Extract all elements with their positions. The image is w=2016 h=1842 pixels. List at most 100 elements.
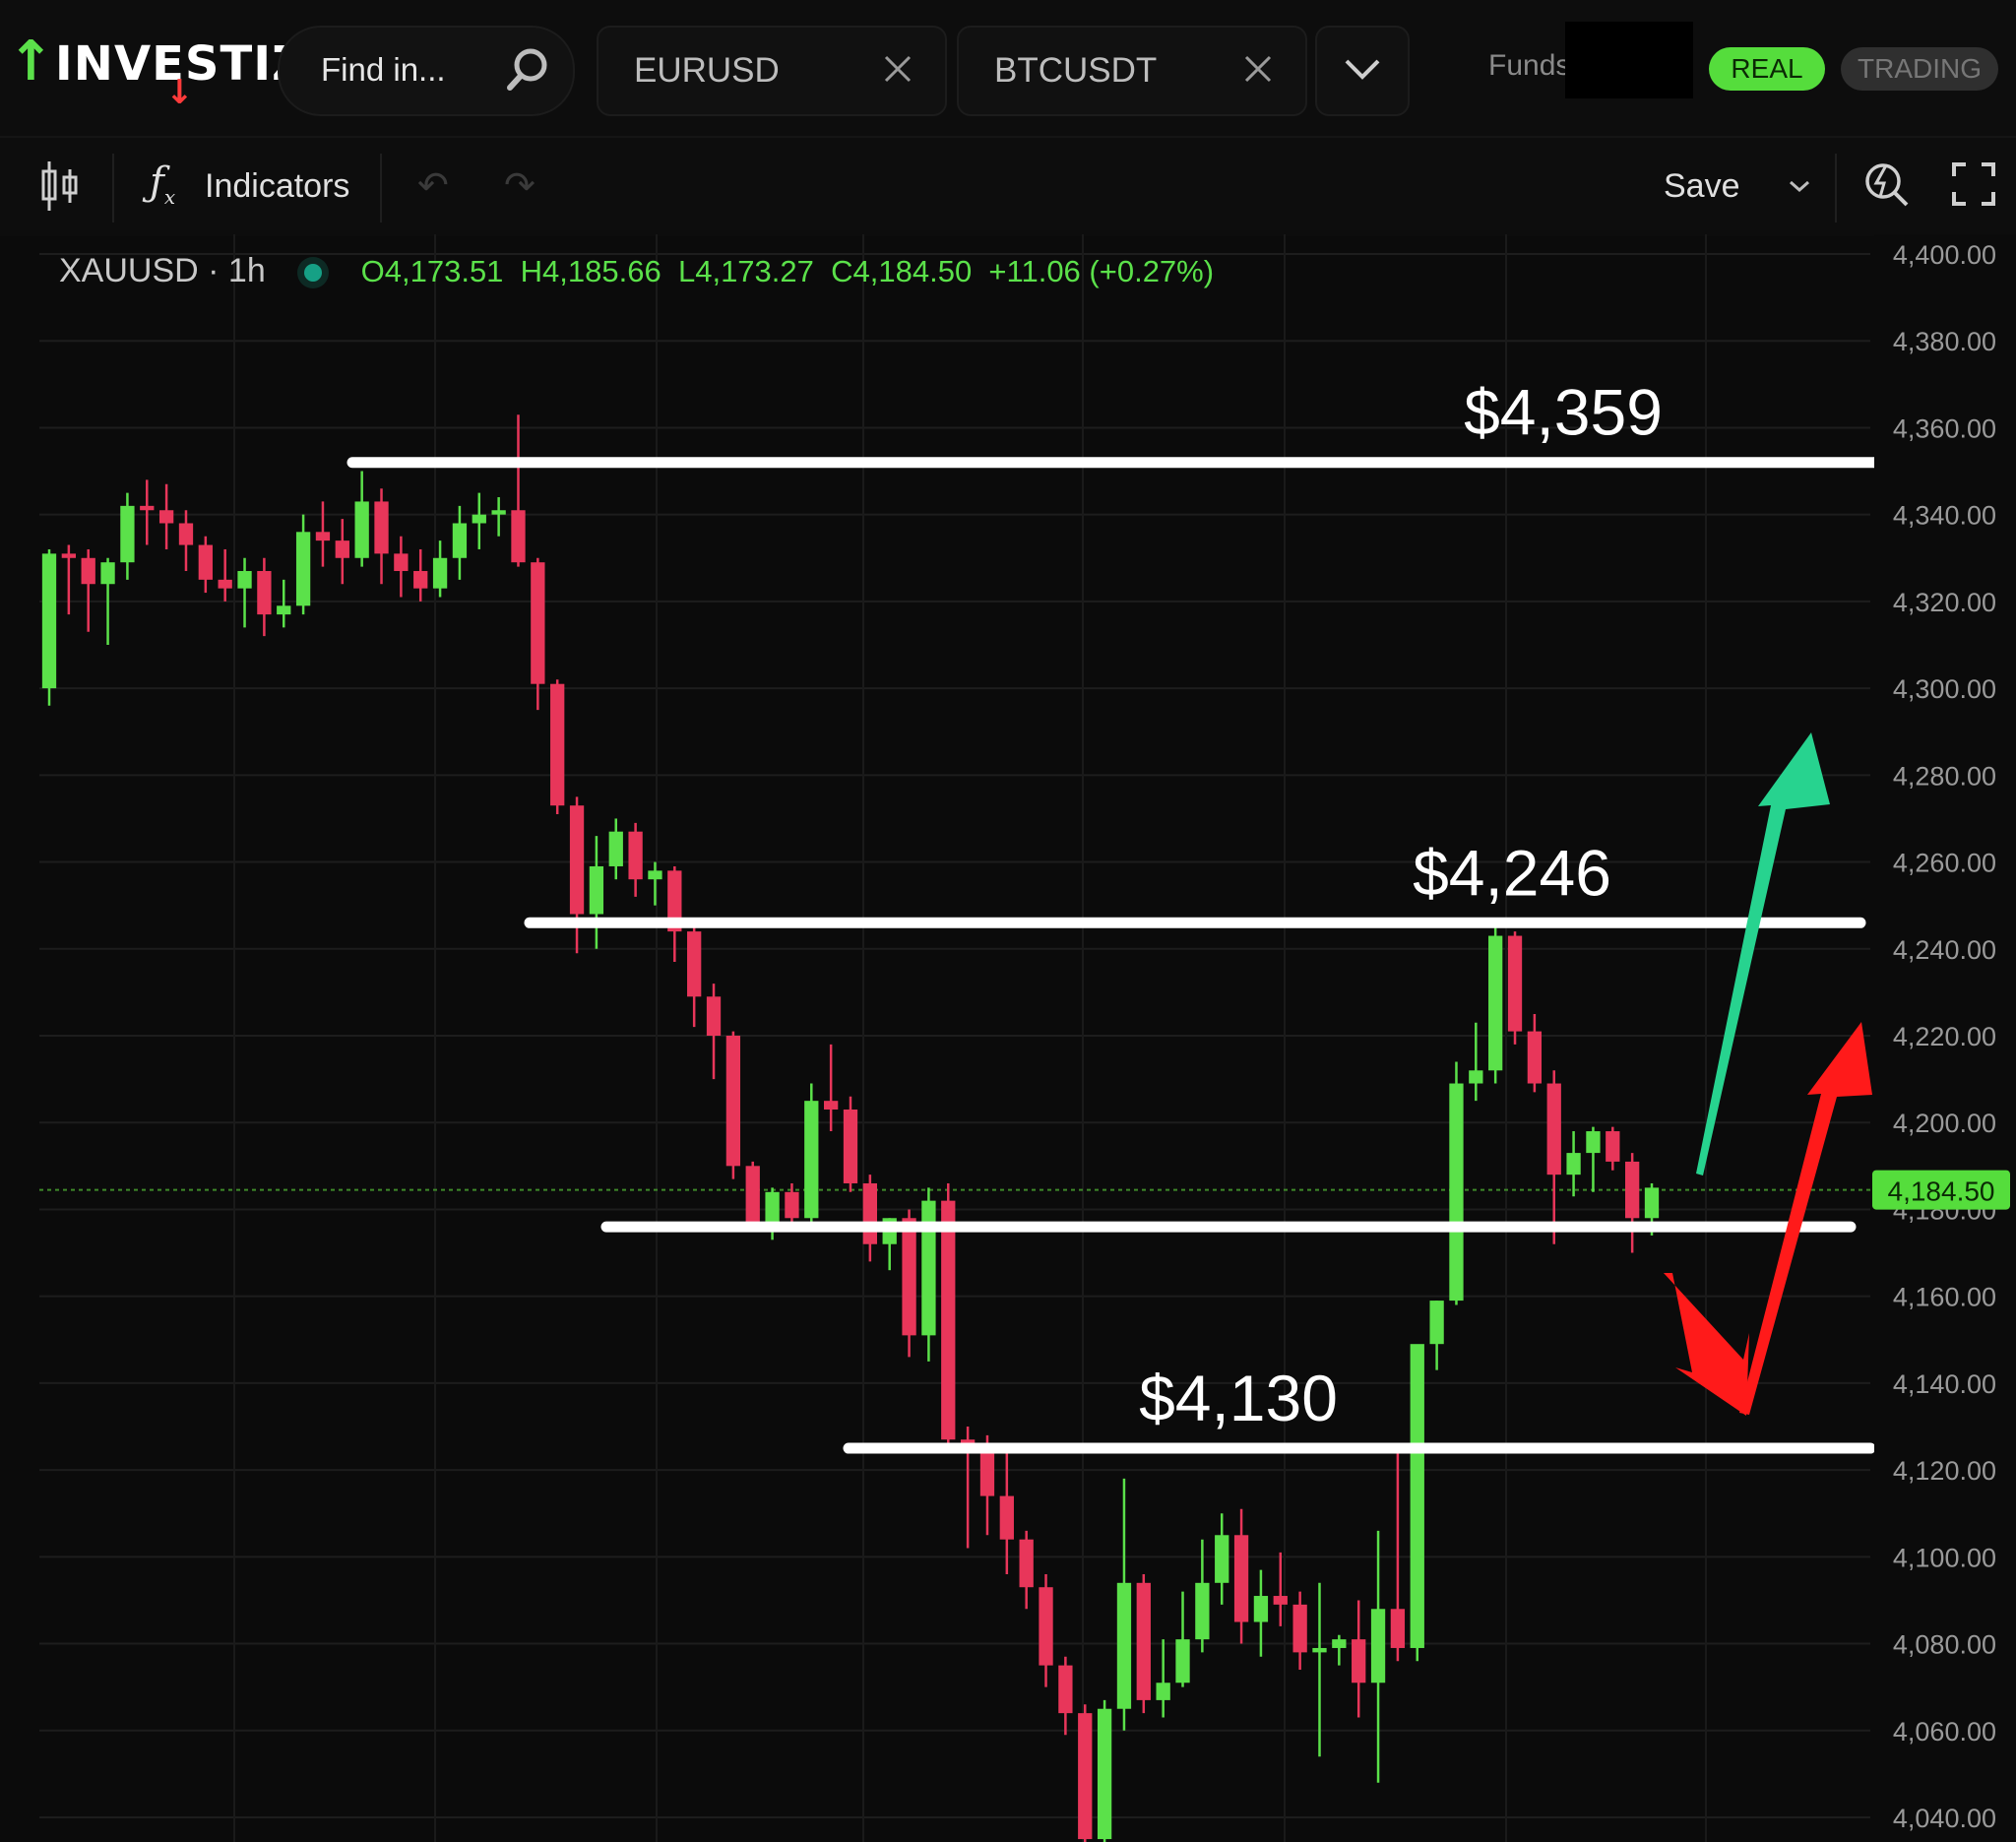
candle-body <box>921 1200 936 1336</box>
price-axis[interactable]: 4,400.00 4,380.00 4,360.00 4,340.00 4,320.00… <box>1872 234 2016 1842</box>
toolbar-divider <box>380 154 382 222</box>
price-axis-tick-label: 4,320.00 <box>1893 588 1996 617</box>
candlestick-type-icon[interactable] <box>39 159 81 213</box>
save-button[interactable]: Save <box>1664 167 1740 206</box>
tab-eurusd-label: EURUSD <box>634 51 780 90</box>
level-label: $4,359 <box>1464 376 1663 449</box>
candle-body <box>1370 1609 1386 1683</box>
price-axis-tick-label: 4,240.00 <box>1893 935 1996 965</box>
current-price-label: 4,184.50 <box>1888 1176 1995 1207</box>
price-axis-tick-label: 4,380.00 <box>1893 327 1996 356</box>
price-axis-tick-label: 4,200.00 <box>1893 1109 1996 1138</box>
candle-body <box>608 831 623 866</box>
account-mode-trading[interactable]: TRADING <box>1841 47 1998 91</box>
candle-body <box>237 571 252 589</box>
search-box[interactable]: Find in... <box>278 26 575 116</box>
candle-body <box>1233 1535 1249 1622</box>
funds-value-redacted <box>1565 22 1693 98</box>
candle-body <box>1527 1031 1543 1084</box>
candle-body <box>1546 1083 1561 1175</box>
candle-body <box>687 931 702 997</box>
market-status-icon <box>304 264 323 283</box>
quick-search-icon[interactable] <box>1862 156 1912 211</box>
ohlc-change: +11.06 (+0.27%) <box>988 254 1215 288</box>
close-icon[interactable] <box>1242 53 1274 85</box>
candle-body <box>550 683 565 806</box>
fullscreen-icon[interactable] <box>1951 161 1996 207</box>
candle-body <box>335 540 349 558</box>
price-axis-tick-label: 4,100.00 <box>1893 1543 1996 1572</box>
candle-body <box>1175 1639 1190 1683</box>
candle-body <box>1332 1639 1347 1648</box>
candle-body <box>1253 1596 1269 1622</box>
candle-body <box>394 553 409 572</box>
symbol-timeframe[interactable]: XAUUSD · 1h <box>59 252 266 289</box>
function-icon[interactable]: ƒx <box>150 159 175 209</box>
bullish-scenario-arrow-icon <box>1696 732 1830 1175</box>
candle-body <box>1039 1587 1053 1666</box>
candle-body <box>1624 1161 1640 1219</box>
price-axis-tick-label: 4,040.00 <box>1893 1804 1996 1833</box>
tab-eurusd[interactable]: EURUSD <box>597 26 947 116</box>
candle-body <box>277 605 291 615</box>
candle-body <box>315 532 331 541</box>
candle-body <box>531 562 545 684</box>
candle-body <box>140 505 155 511</box>
candle-body <box>1156 1683 1170 1700</box>
candle-body <box>823 1101 839 1110</box>
undo-icon[interactable]: ↶ <box>417 163 449 208</box>
toolbar-divider <box>1835 154 1837 222</box>
candle-body <box>413 571 428 589</box>
redo-icon[interactable]: ↷ <box>504 163 536 208</box>
close-icon[interactable] <box>882 53 914 85</box>
candle-body <box>902 1218 916 1336</box>
ohlc-close: C4,184.50 <box>831 254 973 288</box>
candle-body <box>1488 935 1503 1071</box>
level-label: $4,246 <box>1413 836 1611 909</box>
candle-body <box>745 1166 760 1223</box>
tab-btcusdt[interactable]: BTCUSDT <box>957 26 1307 116</box>
price-axis-tick-label: 4,060.00 <box>1893 1717 1996 1747</box>
indicators-button[interactable]: Indicators <box>205 167 349 206</box>
candle-body <box>1606 1131 1620 1162</box>
candle-body <box>1352 1639 1366 1683</box>
price-chart[interactable]: $4,359 $4,246 $4,130 4,400.00 4,380.00 4,360… <box>0 234 2016 1842</box>
candle-body <box>589 865 604 915</box>
account-mode-real[interactable]: REAL <box>1709 47 1825 91</box>
chevron-down-icon <box>1345 59 1380 80</box>
search-icon[interactable] <box>502 45 551 95</box>
candle-body <box>1097 1708 1112 1840</box>
candle-body <box>295 532 311 606</box>
bearish-rebound-arrow-icon <box>1739 1022 1872 1415</box>
toolbar-divider <box>112 154 114 222</box>
funds-label: Funds <box>1488 49 1571 82</box>
tabs-more-button[interactable] <box>1315 26 1410 116</box>
tab-btcusdt-label: BTCUSDT <box>994 51 1158 90</box>
scenario-arrows <box>1664 732 1872 1416</box>
chart-legend: XAUUSD · 1h O4,173.51 H4,185.66 L4,173.2… <box>59 252 1214 290</box>
candlestick-series <box>41 414 1660 1842</box>
candle-body <box>1566 1153 1581 1175</box>
search-input[interactable]: Find in... <box>321 51 446 89</box>
price-axis-tick-label: 4,220.00 <box>1893 1022 1996 1051</box>
candle-body <box>628 831 643 880</box>
candle-body <box>100 562 115 585</box>
price-axis-tick-label: 4,080.00 <box>1893 1630 1996 1660</box>
candle-body <box>257 571 272 615</box>
chart-canvas[interactable]: $4,359 $4,246 $4,130 4,400.00 4,380.00 4,360… <box>0 234 2016 1842</box>
candle-body <box>1058 1665 1073 1714</box>
price-axis-tick-label: 4,160.00 <box>1893 1283 1996 1312</box>
chart-grid <box>39 234 1870 1842</box>
logo-arrow-up-icon: ↑ <box>8 30 55 94</box>
candle-body <box>1644 1187 1660 1219</box>
ohlc-open: O4,173.51 <box>360 254 504 288</box>
candle-body <box>1116 1582 1132 1709</box>
save-options-chevron-icon[interactable] <box>1788 177 1811 195</box>
candle-body <box>41 553 57 689</box>
candle-body <box>1019 1539 1034 1588</box>
candle-body <box>725 1036 741 1167</box>
candle-body <box>843 1109 858 1183</box>
candle-body <box>1586 1131 1601 1154</box>
price-axis-tick-label: 4,120.00 <box>1893 1456 1996 1486</box>
candle-body <box>1390 1609 1406 1648</box>
